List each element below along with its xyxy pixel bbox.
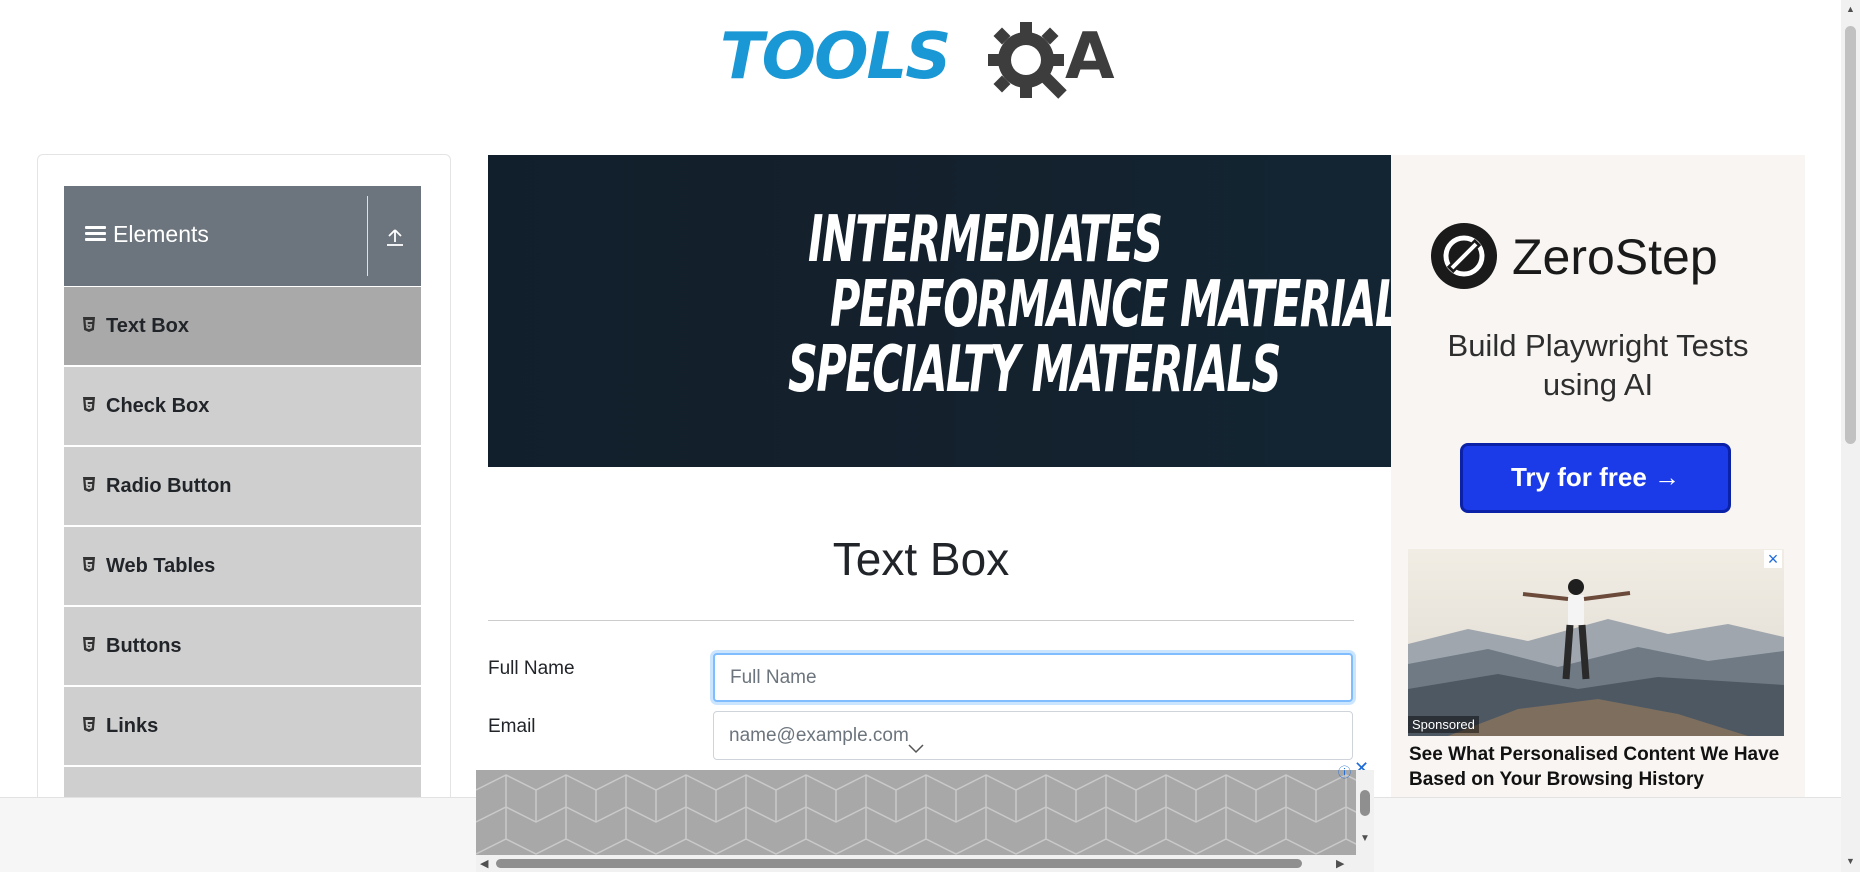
page: TOOLS A Elements Text Box Check Box Radi… [0, 0, 1860, 872]
title-divider [488, 620, 1354, 621]
scroll-up-icon[interactable]: ▲ [1846, 4, 1855, 14]
scroll-thumb[interactable] [496, 859, 1302, 868]
page-scrollbar[interactable]: ▲ ▼ [1841, 0, 1860, 872]
sidebar-item-links[interactable]: Links [64, 687, 421, 766]
ad-image[interactable] [1408, 549, 1784, 736]
scroll-down-icon[interactable]: ▼ [1360, 833, 1370, 844]
gear-magnifier-icon [988, 22, 1067, 99]
banner-line-1: INTERMEDIATES [808, 203, 1163, 277]
ad-vertical-scrollbar[interactable]: ▼ [1356, 770, 1374, 872]
promo-banner[interactable]: INTERMEDIATES PERFORMANCE MATERIALS SPEC… [488, 155, 1391, 467]
page-title: Text Box [832, 533, 1010, 585]
html5-icon [83, 637, 95, 652]
scroll-thumb[interactable] [1845, 26, 1856, 444]
info-icon[interactable]: ⓘ [1338, 762, 1351, 781]
elements-group-header[interactable]: Elements [64, 186, 421, 286]
sidebar-item-check-box[interactable]: Check Box [64, 367, 421, 446]
sidebar-item-label: Radio Button [106, 475, 232, 497]
group-title: Elements [113, 221, 209, 247]
collapse-icon[interactable] [384, 226, 406, 248]
html5-icon [83, 717, 95, 732]
mountain-photo [1408, 549, 1784, 736]
sidebar-item-label: Check Box [106, 395, 210, 417]
ad-headline[interactable]: See What Personalised Content We Have Ba… [1409, 742, 1789, 792]
sidebar-item-label: Text Box [106, 315, 189, 337]
close-icon[interactable]: × [1764, 550, 1782, 568]
sidebar-item-radio-button[interactable]: Radio Button [64, 447, 421, 526]
html5-icon [83, 397, 95, 412]
ad-tagline: Build Playwright Tests using AI [1447, 328, 1749, 402]
email-input[interactable] [713, 711, 1353, 760]
sidebar-item-label: Links [106, 715, 159, 737]
email-label: Email [488, 716, 536, 737]
full-name-label: Full Name [488, 658, 575, 679]
banner-line-2: PERFORMANCE MATERIALS [830, 268, 1391, 342]
banner-line-3: SPECIALTY MATERIALS [788, 333, 1281, 407]
full-name-input[interactable] [713, 653, 1353, 702]
scroll-down-icon[interactable]: ▼ [1846, 856, 1855, 866]
html5-icon [83, 317, 95, 332]
sidebar-item-buttons[interactable]: Buttons [64, 607, 421, 686]
hamburger-icon [85, 226, 106, 244]
sidebar-item-label: Web Tables [106, 555, 216, 577]
sidebar-item-text-box[interactable]: Text Box [64, 287, 421, 366]
ad-horizontal-scrollbar[interactable]: ◀ ▶ [476, 855, 1356, 872]
logo-a-text: A [1065, 20, 1115, 94]
html5-icon [83, 477, 95, 492]
scroll-left-icon[interactable]: ◀ [480, 857, 488, 870]
try-for-free-button[interactable]: Try for free → [1460, 443, 1731, 513]
html5-icon [83, 557, 95, 572]
toolsqa-logo[interactable]: TOOLS A [720, 14, 1124, 114]
header-divider [367, 196, 368, 276]
zerostep-logo-icon [1431, 223, 1497, 289]
logo-tools-text: TOOLS [720, 20, 951, 94]
chevron-down-icon [908, 744, 924, 754]
sponsored-label: Sponsored [1408, 716, 1479, 733]
scroll-right-icon[interactable]: ▶ [1336, 857, 1344, 870]
ad-brand: ZeroStep [1512, 229, 1718, 285]
sidebar-item-web-tables[interactable]: Web Tables [64, 527, 421, 606]
ad-pattern [476, 770, 1356, 855]
scroll-thumb[interactable] [1360, 790, 1370, 816]
sidebar-item-label: Buttons [106, 635, 182, 657]
